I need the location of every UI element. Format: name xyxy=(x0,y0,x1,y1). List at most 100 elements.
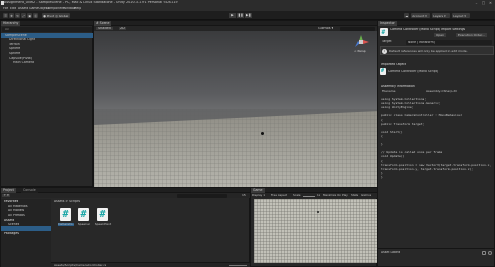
hierarchy-item-label: Terrain xyxy=(9,42,20,46)
axis-gizmo-icon xyxy=(355,35,369,47)
target-field[interactable]: None (Transform) xyxy=(406,39,492,45)
inspector-tabbar: Inspector xyxy=(378,21,495,26)
tab-inspector[interactable]: Inspector xyxy=(378,21,397,26)
menu-edit[interactable]: Edit xyxy=(10,7,16,10)
scene-gizmos-dropdown[interactable]: Gizmos ▾ xyxy=(318,27,333,30)
assembly-heading: Assembly Information xyxy=(381,85,415,88)
project-tree-selected xyxy=(1,226,51,231)
csharp-script-icon: # xyxy=(97,208,108,221)
global-toggle[interactable]: ◎ Global xyxy=(54,13,70,18)
project-tree-item-label: All Models xyxy=(8,209,25,213)
rect-tool-icon[interactable]: ▣ xyxy=(27,13,33,18)
hierarchy-item-label: Sphere xyxy=(9,52,21,56)
file-name: SpawnPoint xyxy=(94,223,112,226)
move-tool-icon[interactable]: ✥ xyxy=(9,13,14,18)
hierarchy-item-label: Sphere xyxy=(9,47,21,51)
account-dropdown[interactable]: Account ▾ xyxy=(411,13,430,18)
inspector-panel: Inspector # Camera Controller (Mono Scri… xyxy=(377,20,495,267)
maximize-on-play-toggle[interactable]: Maximize On Play xyxy=(323,194,348,197)
imported-object-heading: Imported Object xyxy=(381,63,407,66)
hierarchy-panel: Hierarchy All SampleScene Directional Lig… xyxy=(0,20,93,187)
project-tree-item-label: All Materials xyxy=(8,204,28,208)
imported-script-icon: # xyxy=(380,68,386,75)
hierarchy-item-label: Main Camera xyxy=(13,61,35,65)
hierarchy-search-input[interactable]: All xyxy=(2,27,92,32)
tab-hierarchy[interactable]: Hierarchy xyxy=(1,21,21,26)
shading-dropdown[interactable]: Shaded xyxy=(96,27,113,31)
horizon-wedge xyxy=(94,109,378,125)
hierarchy-item-label: SampleScene xyxy=(5,33,27,37)
project-search-input[interactable] xyxy=(177,193,227,198)
hand-tool-icon[interactable]: ☰ xyxy=(3,13,9,18)
project-status-bar: Assets/Scripts/CameraController.cs xyxy=(51,262,250,267)
pause-button[interactable]: ❚❚ xyxy=(237,13,244,18)
project-folder-tree: Favorites All Materials All Models All Pref… xyxy=(1,199,51,267)
execution-order-button[interactable]: Execution Order... xyxy=(456,33,487,37)
scale-label: Scale xyxy=(293,194,301,197)
stats-toggle[interactable]: Stats xyxy=(351,194,358,197)
layers-dropdown[interactable]: Layers ▾ xyxy=(432,13,450,18)
scale-tool-icon[interactable]: ⤢ xyxy=(21,13,26,18)
project-tree-item-label: Favorites xyxy=(4,200,19,204)
menu-help[interactable]: Help xyxy=(74,7,81,10)
info-box: i Default references will only be applie… xyxy=(380,46,494,55)
file-tile-spawnpoint[interactable]: # SpawnPoint xyxy=(94,208,112,230)
csharp-script-icon: # xyxy=(60,208,71,221)
code-line: } xyxy=(381,143,383,147)
menu-assets[interactable]: Assets xyxy=(18,7,28,10)
scale-value: 1x xyxy=(317,194,321,197)
play-button[interactable]: ▶ xyxy=(229,13,236,18)
asset-label-tag-icon[interactable] xyxy=(482,251,486,255)
file-name: CameraCo... xyxy=(58,223,74,226)
menu-file[interactable]: File xyxy=(3,7,8,10)
project-panel: Project Console + ▾ 15 Favorites All Mate… xyxy=(0,187,250,267)
file-tile-cameracontroller[interactable]: # CameraCo... xyxy=(58,208,74,230)
orientation-gizmo[interactable]: < Persp xyxy=(352,34,370,54)
asset-labels-heading: Asset Labels xyxy=(381,251,401,254)
code-line: transform.position.y, target.transform.p… xyxy=(381,167,474,171)
hierarchy-search-placeholder: All xyxy=(5,28,10,31)
scene-search-input[interactable] xyxy=(340,26,375,31)
scene-panel[interactable]: # Scene Shaded 2D Gizmos ▾ < Persp xyxy=(93,20,378,188)
cloud-icon[interactable]: ☁ xyxy=(404,13,410,18)
game-gizmos-toggle[interactable]: Gizmos xyxy=(361,194,371,197)
sphere-object[interactable] xyxy=(261,132,264,135)
layout-dropdown[interactable]: Layout ▾ xyxy=(452,13,470,18)
create-plus-button[interactable]: + ▾ xyxy=(2,193,11,197)
minimize-button[interactable]: – xyxy=(474,1,479,5)
scale-slider[interactable] xyxy=(303,195,315,197)
selected-asset-path: Assets/Scripts/CameraController.cs xyxy=(54,263,107,267)
game-view-render[interactable] xyxy=(254,199,377,263)
aspect-dropdown[interactable]: Free Aspect xyxy=(271,194,287,197)
step-button[interactable]: ▶❚ xyxy=(245,13,252,18)
asset-bundle-icon[interactable] xyxy=(488,251,492,255)
file-tile-spawner[interactable]: # Spawner xyxy=(76,208,92,230)
menu-component[interactable]: Component xyxy=(46,7,65,10)
hierarchy-item-label: Directional Light xyxy=(9,38,36,42)
transform-tool-icon[interactable]: ⦿ xyxy=(33,13,39,18)
code-line: { xyxy=(381,159,383,163)
rotate-tool-icon[interactable]: ↻ xyxy=(15,13,20,18)
project-tree-item-label: Packages xyxy=(4,232,19,236)
imported-object-name: Camera Controller (Mono Script) xyxy=(388,70,439,73)
code-line: public Transform target; xyxy=(381,122,425,126)
project-tree-item[interactable]: Packages xyxy=(1,232,51,237)
project-breadcrumb[interactable]: Assets > Scripts xyxy=(54,200,80,203)
display-dropdown[interactable]: Display 1 xyxy=(252,194,265,197)
asset-labels-divider xyxy=(378,248,495,249)
persp-label: < Persp xyxy=(354,50,366,53)
info-icon: i xyxy=(382,48,387,54)
icon-size-slider[interactable] xyxy=(229,264,247,266)
csharp-script-icon: # xyxy=(78,208,89,221)
code-line: using UnityEngine; xyxy=(381,106,414,110)
maximize-button[interactable]: □ xyxy=(481,1,486,5)
script-file-icon: # xyxy=(380,28,388,36)
close-button[interactable]: ✕ xyxy=(488,1,493,5)
code-line: using System.Collections; xyxy=(381,98,427,101)
code-line: } xyxy=(381,175,383,179)
target-label: Target xyxy=(382,40,392,43)
hierarchy-item[interactable]: Main Camera xyxy=(1,61,93,66)
open-button[interactable]: Open xyxy=(434,33,447,37)
2d-toggle[interactable]: 2D xyxy=(119,27,126,31)
code-line: } xyxy=(381,171,383,175)
